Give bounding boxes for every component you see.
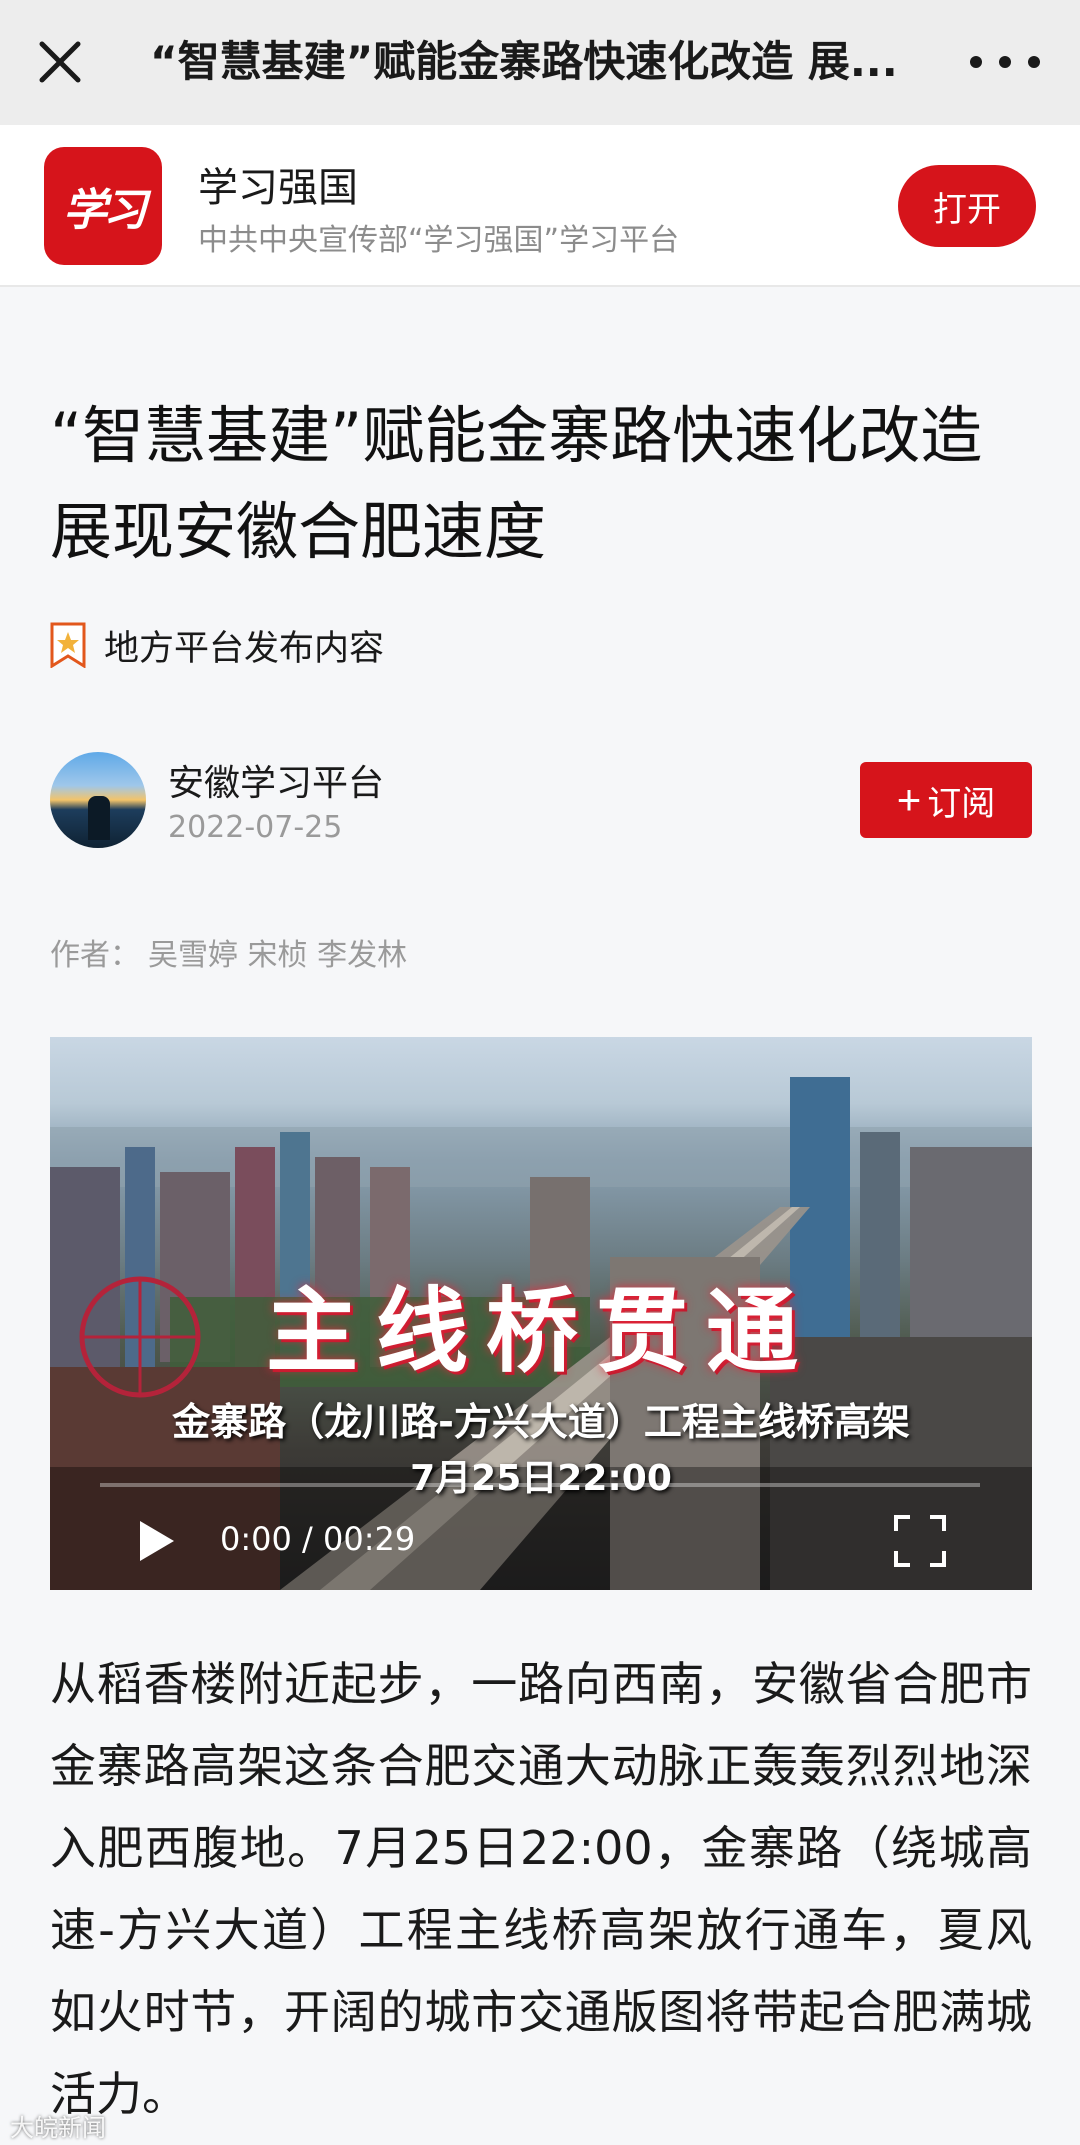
video-progress-bar[interactable] [100, 1483, 980, 1487]
app-logo-text: 学习 [63, 185, 147, 236]
video-subhead: 金寨路（龙川路-方兴大道）工程主线桥高架 [172, 1400, 910, 1444]
page-title: “智慧基建”赋能金寨路快速化改造 展... [150, 37, 898, 86]
channel-avatar[interactable] [50, 752, 146, 848]
article-body: 从稻香楼附近起步，一路向西南，安徽省合肥市金寨路高架这条合肥交通大动脉正轰轰烈烈… [50, 1657, 1032, 2121]
publish-date: 2022-07-25 [168, 810, 343, 845]
subscribe-label: 订阅 [927, 784, 996, 823]
play-button[interactable] [136, 1519, 176, 1563]
app-name: 学习强国 [198, 165, 358, 211]
app-logo[interactable]: 学习 [44, 147, 162, 265]
plus-icon: + [896, 776, 922, 823]
channel-row: 安徽学习平台 2022-07-25 + 订阅 [50, 752, 1032, 852]
open-app-button[interactable]: 打开 [898, 165, 1036, 247]
close-button[interactable] [28, 30, 92, 94]
more-button[interactable] [970, 38, 1040, 86]
authors-names: 吴雪婷 宋桢 李发林 [148, 938, 408, 973]
source-star-icon [50, 622, 86, 668]
source-label: 地方平台发布内容 [104, 628, 385, 669]
authors-prefix: 作者： [50, 938, 140, 973]
source-row: 地方平台发布内容 [50, 620, 384, 670]
fullscreen-button[interactable] [890, 1511, 950, 1571]
subscribe-button[interactable]: + 订阅 [860, 762, 1032, 838]
authors-line: 作者： 吴雪婷 宋桢 李发林 [50, 930, 407, 974]
channel-name[interactable]: 安徽学习平台 [168, 754, 384, 806]
top-nav-bar: “智慧基建”赋能金寨路快速化改造 展... [0, 0, 1080, 125]
playback-time: 0:00 / 00:29 [220, 1520, 416, 1558]
video-player[interactable]: 主线桥贯通 金寨路（龙川路-方兴大道）工程主线桥高架 7月25日22:00 0:… [50, 1037, 1032, 1590]
app-description: 中共中央宣传部“学习强国”学习平台 [198, 223, 680, 258]
fullscreen-icon [894, 1515, 946, 1567]
article-title: “智慧基建”赋能金寨路快速化改造展现安徽合肥速度 [50, 399, 983, 568]
more-icon-dot [999, 56, 1011, 68]
watermark: 大皖新闻 [10, 2114, 106, 2142]
video-overlay-time: 7月25日22:00 [410, 1458, 672, 1499]
video-headline: 主线桥贯通 [265, 1277, 816, 1385]
close-icon [39, 41, 81, 83]
more-icon-dot [1028, 56, 1040, 68]
play-icon [140, 1521, 174, 1561]
more-icon-dot [970, 56, 982, 68]
app-promo-banner: 学习 学习强国 中共中央宣传部“学习强国”学习平台 打开 [0, 125, 1080, 287]
